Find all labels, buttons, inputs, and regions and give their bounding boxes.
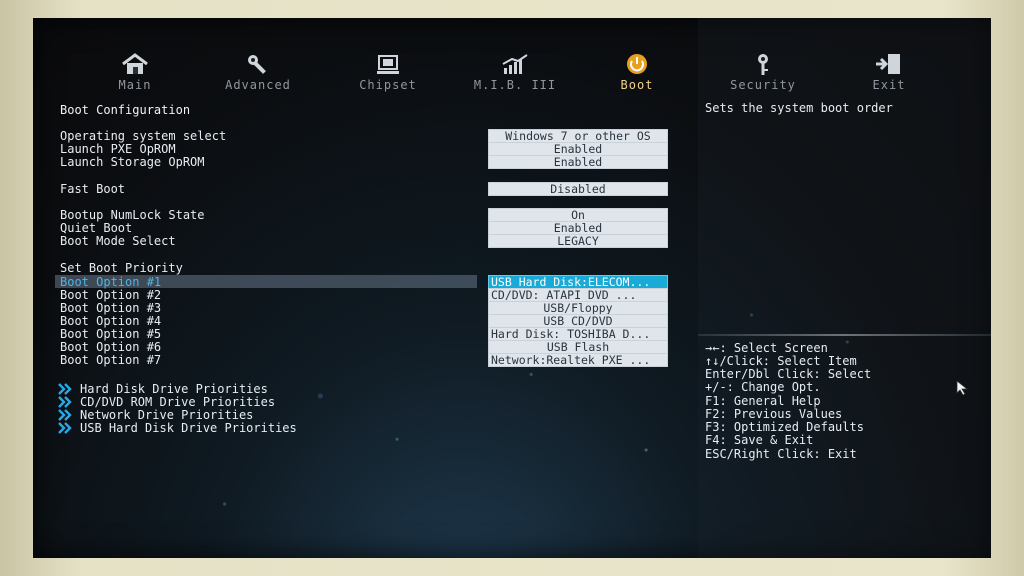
double-chevron-right-icon <box>58 396 72 408</box>
tab-mib-label: M.I.B. III <box>473 78 557 92</box>
bios-screen: Main Advanced Chipset M.I.B. III Boot Se… <box>33 18 991 558</box>
help-key-line: +/-: Change Opt. <box>705 380 821 394</box>
mouse-cursor-icon <box>956 380 969 396</box>
boot-option-label[interactable]: Boot Option #7 <box>60 354 161 367</box>
home-icon <box>118 52 152 76</box>
tab-exit[interactable]: Exit <box>834 52 944 92</box>
setting-value[interactable]: Disabled <box>488 182 668 196</box>
exit-door-icon <box>872 52 906 76</box>
tab-security-label: Security <box>730 78 796 92</box>
double-chevron-right-icon <box>58 383 72 395</box>
tab-exit-label: Exit <box>872 78 906 92</box>
setting-label[interactable]: Launch Storage OpROM <box>60 156 205 169</box>
boot-option-value[interactable]: CD/DVD: ATAPI DVD ... <box>488 288 668 302</box>
help-divider <box>698 334 991 336</box>
setting-value[interactable]: Windows 7 or other OS <box>488 129 668 143</box>
setting-value[interactable]: Enabled <box>488 142 668 156</box>
tab-boot[interactable]: Boot <box>582 52 692 92</box>
double-chevron-right-icon <box>58 422 72 434</box>
boot-option-value[interactable]: USB Hard Disk:ELECOM... <box>488 275 668 289</box>
priority-title: Set Boot Priority <box>60 261 183 275</box>
tab-main-label: Main <box>118 78 152 92</box>
boot-option-value[interactable]: USB Flash <box>488 340 668 354</box>
setting-value[interactable]: Enabled <box>488 155 668 169</box>
setting-value[interactable]: On <box>488 208 668 222</box>
boot-option-value[interactable]: Network:Realtek PXE ... <box>488 353 668 367</box>
help-key-line: ESC/Right Click: Exit <box>705 447 857 461</box>
wrench-icon <box>241 52 275 76</box>
tab-chipset-label: Chipset <box>359 78 417 92</box>
tab-advanced-label: Advanced <box>225 78 291 92</box>
key-icon <box>746 52 780 76</box>
boot-option-value[interactable]: Hard Disk: TOSHIBA D... <box>488 327 668 341</box>
help-key-line: F4: Save & Exit <box>705 433 814 447</box>
tab-advanced[interactable]: Advanced <box>203 52 313 92</box>
power-icon <box>620 52 654 76</box>
chipset-icon <box>371 52 405 76</box>
boot-option-value[interactable]: USB/Floppy <box>488 301 668 315</box>
tab-chipset[interactable]: Chipset <box>333 52 443 92</box>
section-title: Boot Configuration <box>60 103 191 117</box>
help-panel <box>698 18 991 558</box>
tab-main[interactable]: Main <box>80 52 190 92</box>
setting-value[interactable]: LEGACY <box>488 234 668 248</box>
graph-icon <box>498 52 532 76</box>
setting-label[interactable]: Boot Mode Select <box>60 235 176 248</box>
setting-label[interactable]: Fast Boot <box>60 183 125 196</box>
setting-value[interactable]: Enabled <box>488 221 668 235</box>
tab-boot-label: Boot <box>620 78 654 92</box>
item-description: Sets the system boot order <box>705 101 893 115</box>
tab-security[interactable]: Security <box>708 52 818 92</box>
double-chevron-right-icon <box>58 409 72 421</box>
boot-option-value[interactable]: USB CD/DVD <box>488 314 668 328</box>
submenu-usb-hdd-priorities[interactable]: USB Hard Disk Drive Priorities <box>80 422 297 435</box>
tab-mib-iii[interactable]: M.I.B. III <box>460 52 570 92</box>
